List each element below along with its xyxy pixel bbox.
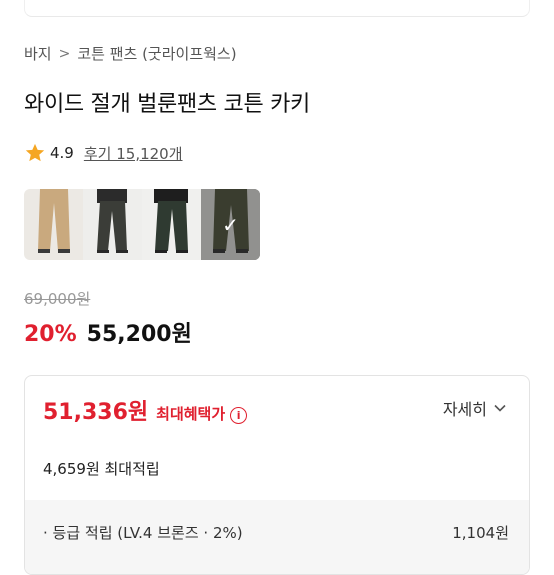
sale-price: 55,200원 — [86, 322, 192, 347]
chevron-down-icon — [494, 404, 506, 412]
thumbnail-khaki[interactable]: ✓ — [201, 189, 260, 260]
detail-toggle-button[interactable]: 자세히 — [443, 396, 507, 420]
sale-price-row: 20% 55,200원 — [24, 316, 192, 348]
breadcrumb-separator: > — [58, 45, 71, 62]
rating-row: 4.9 후기 15,120개 — [24, 142, 183, 164]
breadcrumb: 바지 > 코튼 팬츠 (굿라이프웍스) — [24, 43, 237, 64]
color-thumbnails: ✓ — [24, 189, 260, 260]
pants-image — [142, 189, 201, 260]
info-icon[interactable]: i — [230, 407, 248, 424]
review-count-link[interactable]: 후기 15,120개 — [84, 143, 183, 164]
grade-points-value: 1,104원 — [452, 524, 509, 542]
thumbnail-beige[interactable] — [24, 189, 83, 260]
star-icon — [25, 143, 45, 162]
max-benefit-label: 최대혜택가 — [156, 405, 226, 423]
breadcrumb-item-cotton-pants[interactable]: 코튼 팬츠 (굿라이프웍스) — [77, 43, 236, 64]
points-breakdown: · 등급 적립 (LV.4 브론즈 · 2%) 1,104원 — [25, 500, 529, 574]
thumbnail-dark-green[interactable] — [142, 189, 201, 260]
thumbnail-charcoal[interactable] — [83, 189, 142, 260]
grade-points-row: · 등급 적립 (LV.4 브론즈 · 2%) 1,104원 — [43, 522, 509, 543]
detail-toggle-label: 자세히 — [442, 400, 487, 419]
check-icon: ✓ — [201, 189, 260, 260]
top-bar — [24, 0, 530, 17]
max-points-text: 4,659원 최대적립 — [43, 460, 160, 478]
original-price: 69,000원 — [24, 290, 91, 308]
grade-points-label: · 등급 적립 (LV.4 브론즈 · 2%) — [43, 524, 243, 542]
pants-image — [83, 189, 142, 260]
max-benefit-header: 51,336원 최대혜택가 i — [43, 394, 248, 426]
discount-rate: 20% — [24, 322, 77, 347]
pants-image — [24, 189, 83, 260]
breadcrumb-item-pants[interactable]: 바지 — [24, 43, 52, 64]
product-title: 와이드 절개 벌룬팬츠 코튼 카키 — [24, 92, 310, 117]
max-benefit-panel: 51,336원 최대혜택가 i 자세히 4,659원 최대적립 · 등급 적립 … — [24, 375, 530, 575]
rating-score: 4.9 — [50, 144, 74, 162]
max-benefit-amount: 51,336원 — [43, 400, 149, 425]
